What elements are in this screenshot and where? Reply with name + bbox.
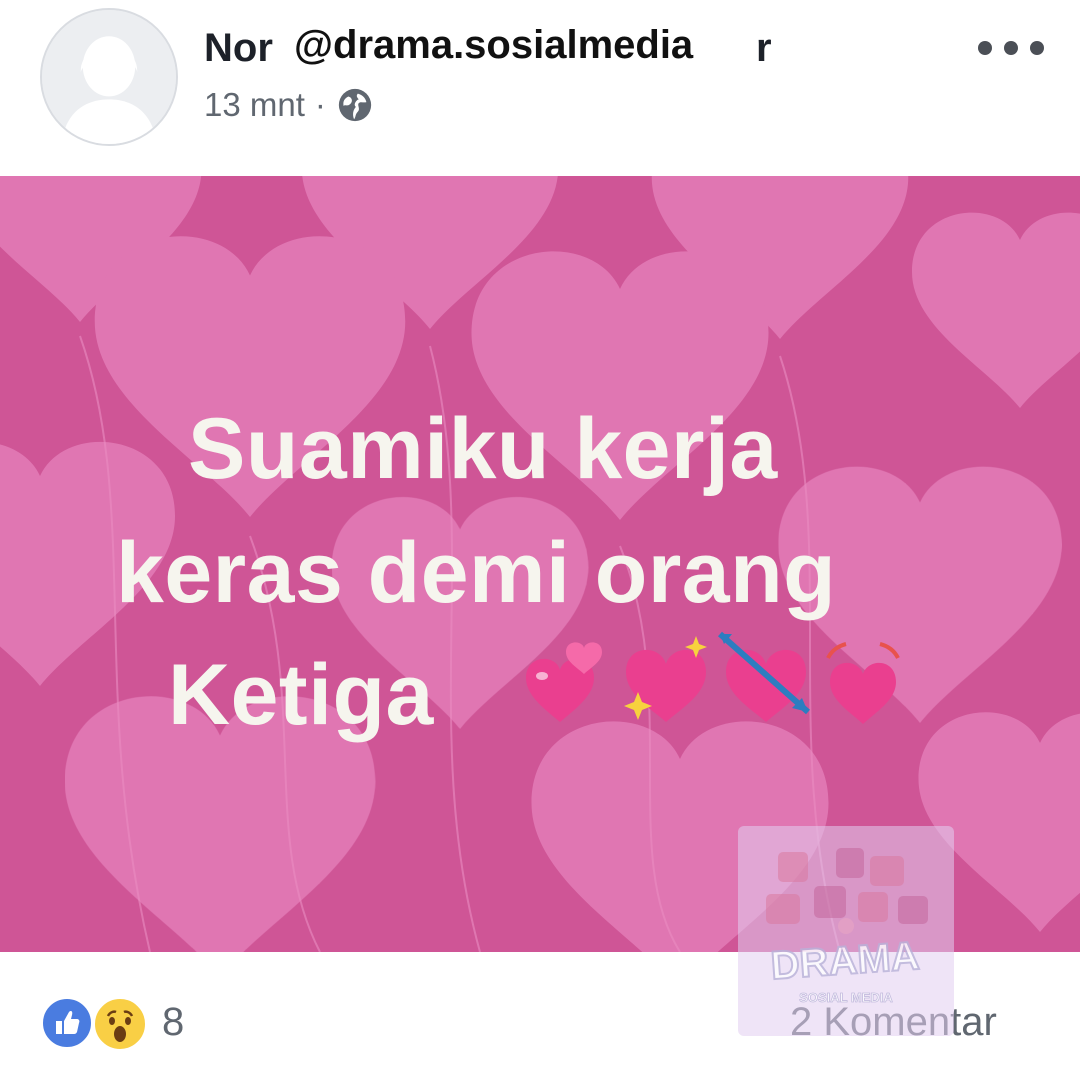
author-name-visible-end: r	[756, 26, 772, 70]
meta-separator: ·	[314, 86, 326, 123]
author-name-visible-start: Nor	[204, 26, 273, 70]
post-text-line-2: keras demi orang	[116, 525, 837, 621]
two-hearts-icon	[526, 642, 602, 722]
author-name[interactable]: Nor	[204, 26, 273, 71]
more-options-icon[interactable]	[978, 30, 1044, 66]
globe-icon	[338, 88, 372, 122]
profile-avatar[interactable]	[40, 8, 178, 146]
sparkling-heart-icon	[624, 636, 707, 722]
more-dot	[1030, 41, 1044, 55]
post-timestamp[interactable]: 13 mnt	[204, 86, 305, 124]
beating-heart-icon	[826, 642, 900, 724]
wow-face-glyph	[106, 1010, 134, 1042]
watermark-logo-graphic: DRAMA SOSIAL MEDIA	[766, 848, 928, 1005]
watermark-handle-overlay: @drama.sosialmedia	[288, 22, 700, 68]
heart-with-arrow-icon	[718, 631, 810, 722]
thumbs-up-glyph	[56, 1011, 80, 1034]
post-meta: 13 mnt ·	[204, 84, 374, 126]
more-dot	[1004, 41, 1018, 55]
drama-sosial-media-watermark-logo: DRAMA SOSIAL MEDIA	[738, 826, 954, 1036]
post-text-line-3: Ketiga	[168, 647, 434, 743]
like-icon[interactable]	[40, 996, 94, 1050]
watermark-logo-title: DRAMA	[769, 934, 921, 988]
more-dot	[978, 41, 992, 55]
watermark-logo-subtitle: SOSIAL MEDIA	[799, 990, 893, 1005]
post-text-line-1: Suamiku kerja	[188, 401, 778, 497]
reaction-count[interactable]: 8	[162, 1000, 184, 1045]
wow-icon[interactable]	[92, 996, 148, 1052]
default-avatar-silhouette-icon	[42, 10, 176, 144]
